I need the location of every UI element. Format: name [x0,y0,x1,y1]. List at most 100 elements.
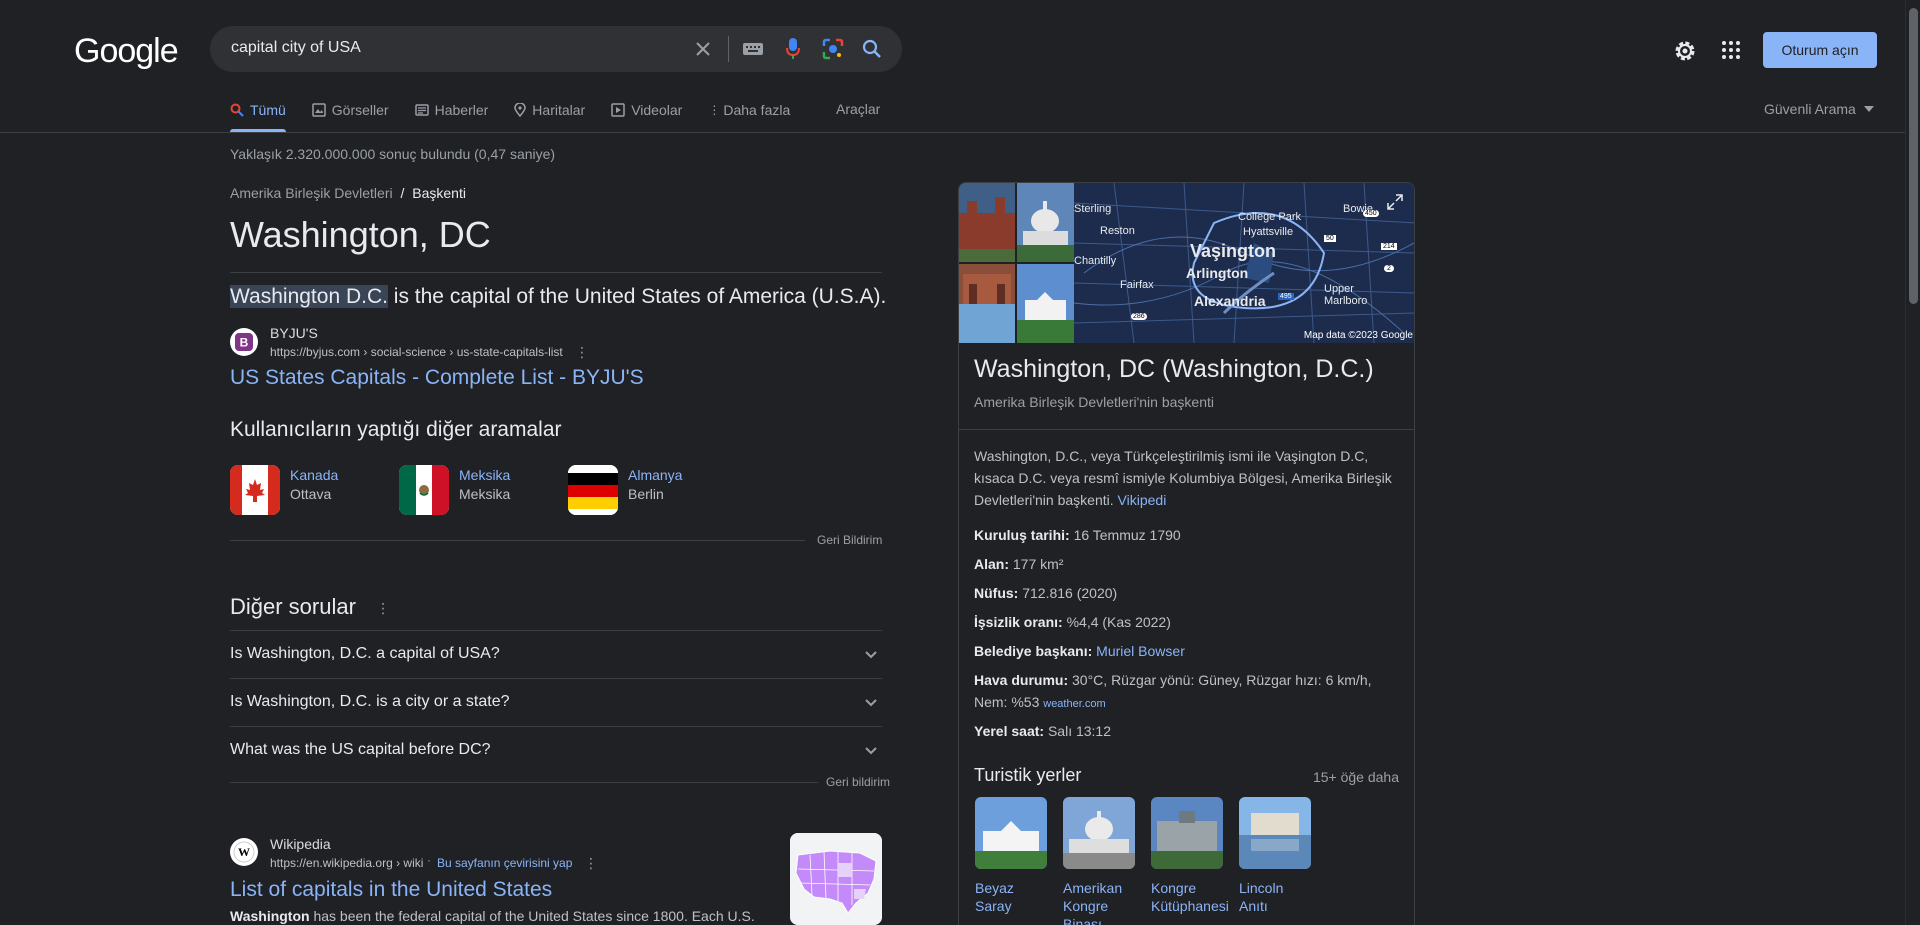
other-search-country[interactable]: Almanya [628,467,682,483]
lincoln-memorial-photo[interactable] [959,264,1015,343]
attraction-name[interactable]: Amerikan Kongre Binası [1063,879,1135,925]
other-search-item[interactable]: Meksika Meksika [399,465,510,515]
fact-value: %4,4 (Kas 2022) [1066,614,1171,630]
search-box[interactable]: capital city of USA [210,26,902,72]
fact-row: Belediye başkanı: Muriel Bowser [974,640,1404,662]
microphone-icon[interactable] [782,38,804,60]
more-options-icon[interactable]: ⋮ [584,855,598,871]
tab-images[interactable]: Görseller [312,100,389,120]
fact-row: Hava durumu: 30°C, Rüzgar yönü: Güney, R… [974,669,1404,715]
source-name[interactable]: Wikipedia [270,836,331,852]
location-map[interactable]: Sterling Reston Chantilly Fairfax Colleg… [1074,183,1414,343]
byjus-favicon-icon[interactable]: B [230,328,258,356]
svg-text:W: W [238,845,250,859]
feedback-link[interactable]: Geri Bildirim [817,533,882,547]
weather-source-link[interactable]: weather.com [1043,698,1105,710]
search-icon [230,103,244,117]
source-name[interactable]: BYJU'S [270,325,318,341]
source-url[interactable]: https://byjus.com › social-science › us-… [270,345,563,359]
breadcrumb-separator: / [400,185,405,201]
tab-more[interactable]: ⋮ Daha fazla [708,100,790,120]
expand-icon[interactable] [1386,193,1404,211]
people-also-ask-heading: Diğer sorular ⋮ [230,594,390,620]
fact-value: 712.816 (2020) [1022,585,1118,601]
scrollbar-thumb[interactable] [1909,8,1918,304]
route-shield: 495 [1278,293,1294,300]
result-stats: Yaklaşık 2.320.000.000 sonuç bulundu (0,… [230,146,556,162]
settings-gear-icon[interactable] [1672,38,1698,64]
more-options-icon[interactable]: ⋮ [376,600,390,616]
tab-all[interactable]: Tümü [230,100,286,132]
other-search-item[interactable]: Almanya Berlin [568,465,682,515]
tab-label: Daha fazla [723,102,791,118]
paa-question-text: Is Washington, D.C. a capital of USA? [230,645,500,662]
page-scrollbar[interactable] [1905,0,1920,925]
breadcrumb-parent[interactable]: Amerika Birleşik Devletleri [230,185,393,201]
sign-in-button[interactable]: Oturum açın [1763,32,1877,68]
attraction-card[interactable]: Kongre Kütüphanesi [1151,797,1229,915]
other-search-capital: Ottava [290,486,332,502]
google-logo[interactable]: Google [74,32,179,71]
search-icon[interactable] [861,38,883,60]
route-shield: 450 [1363,210,1379,217]
photo-collage[interactable] [959,183,1074,343]
map-label: Chantilly [1074,255,1117,267]
search-tabs: Tümü Görseller Haberler Haritalar Videol… [230,100,816,132]
apps-grid-icon[interactable] [1719,38,1743,62]
fact-row: Yerel saat: Salı 13:12 [974,720,1404,742]
other-search-capital: Meksika [459,486,511,502]
snippet-text: has been the federal capital of the Unit… [309,908,755,924]
attraction-name[interactable]: Lincoln Anıtı [1239,879,1311,915]
attraction-card[interactable]: Beyaz Saray [975,797,1047,915]
germany-flag-icon [568,465,618,515]
attraction-name[interactable]: Beyaz Saray [975,879,1047,915]
chevron-down-icon [865,651,877,659]
svg-text:B: B [240,336,249,350]
paa-question[interactable]: Is Washington, D.C. a capital of USA? [230,630,882,678]
white-house-photo[interactable] [1017,264,1074,343]
mayor-link[interactable]: Muriel Bowser [1096,643,1185,659]
us-map-thumbnail[interactable] [790,833,882,925]
clear-icon[interactable] [692,38,714,60]
tools-button[interactable]: Araçlar [836,101,880,117]
other-search-country[interactable]: Kanada [290,467,338,483]
result-link[interactable]: US States Capitals - Complete List - BYJ… [230,366,644,390]
divider [959,429,1414,430]
safe-search-dropdown[interactable]: Güvenli Arama [1764,101,1874,117]
wikipedia-favicon-icon[interactable]: W [230,838,258,866]
attraction-name[interactable]: Kongre Kütüphanesi [1151,879,1229,915]
attraction-card[interactable]: Lincoln Anıtı [1239,797,1311,915]
result-link[interactable]: List of capitals in the United States [230,878,552,902]
other-search-item[interactable]: Kanada Ottava [230,465,338,515]
paa-question[interactable]: Is Washington, D.C. is a city or a state… [230,678,882,726]
white-house-thumbnail [975,797,1047,869]
tab-news[interactable]: Haberler [414,100,489,120]
more-attractions-link[interactable]: 15+ öğe daha [1313,769,1399,785]
wikipedia-link[interactable]: Vikipedi [1118,492,1167,508]
tab-maps[interactable]: Haritalar [514,100,585,120]
map-label: Fairfax [1120,279,1154,291]
keyboard-icon[interactable] [742,38,764,60]
featured-title: Washington, DC [230,214,491,255]
feedback-link[interactable]: Geri bildirim [818,775,891,789]
search-input[interactable]: capital city of USA [231,39,361,57]
source-url[interactable]: https://en.wikipedia.org › wiki [270,856,423,870]
tab-videos[interactable]: Videolar [611,100,682,120]
result-snippet: Washington has been the federal capital … [230,908,755,924]
search-divider [728,36,729,62]
fact-label: Alan: [974,556,1009,572]
route-shield: 50 [1324,235,1336,242]
attraction-card[interactable]: Amerikan Kongre Binası [1063,797,1135,925]
capitol-photo[interactable] [1017,183,1074,262]
route-shield: 2 [1384,265,1394,272]
paa-question[interactable]: What was the US capital before DC? [230,726,882,774]
fact-value: 177 km² [1012,556,1064,572]
translate-link[interactable]: Bu sayfanın çevirisini yap [437,856,572,870]
lens-icon[interactable] [822,38,844,60]
map-credit: Map data ©2023 Google [1303,330,1413,341]
entity-subtitle: Amerika Birleşik Devletleri'nin başkenti [974,394,1214,410]
smithsonian-photo[interactable] [959,183,1015,262]
other-search-country[interactable]: Meksika [459,467,510,483]
more-options-icon[interactable]: ⋮ [575,344,589,360]
tab-label: Haberler [434,102,489,118]
